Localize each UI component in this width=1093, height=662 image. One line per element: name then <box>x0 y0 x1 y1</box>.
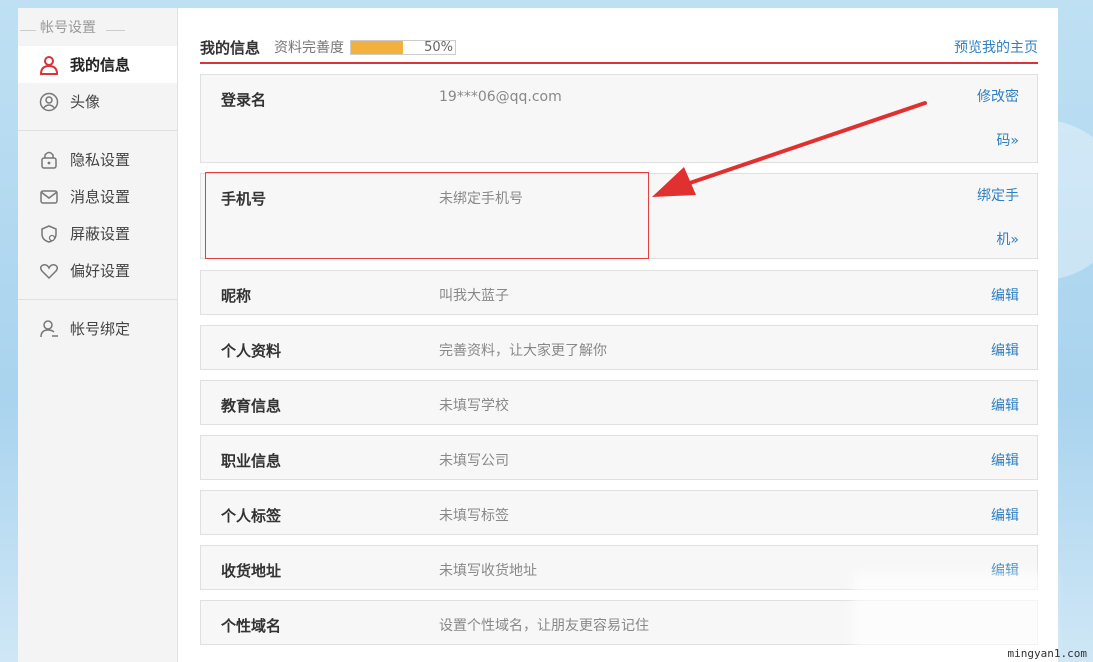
edit-link[interactable]: 编辑 <box>959 340 1019 360</box>
section-header: 我的信息 资料完善度 50% 预览我的主页 <box>200 32 1038 64</box>
edit-link[interactable]: 编辑 <box>959 505 1019 525</box>
change-password-link[interactable]: 修改密码» <box>959 75 1019 163</box>
completeness-percent: 50% <box>424 39 454 55</box>
row-label: 教育信息 <box>221 397 282 415</box>
row-value: 未填写收货地址 <box>439 563 537 579</box>
sidebar-divider <box>18 299 177 300</box>
row-value: 19***06@qq.com <box>439 89 562 105</box>
heart-icon <box>38 260 60 282</box>
sidebar-item-message[interactable]: 消息设置 <box>18 178 177 215</box>
row-value: 设置个性域名，让朋友更容易记住 <box>439 618 649 634</box>
sidebar-item-label: 头像 <box>70 93 101 111</box>
row-profile: 个人资料 完善资料，让大家更了解你 编辑 <box>200 325 1038 370</box>
sidebar-divider <box>18 130 177 131</box>
row-value: 完善资料，让大家更了解你 <box>439 343 607 359</box>
avatar-icon <box>38 91 60 113</box>
watermark: mingyan1.com <box>1007 647 1087 660</box>
sidebar-item-privacy[interactable]: 隐私设置 <box>18 141 177 178</box>
sidebar-item-label: 偏好设置 <box>70 262 131 280</box>
sidebar-item-label: 屏蔽设置 <box>70 225 131 243</box>
sidebar-heading: 帐号设置 <box>18 8 177 46</box>
completeness-label: 资料完善度 <box>274 40 345 56</box>
row-education: 教育信息 未填写学校 编辑 <box>200 380 1038 425</box>
sidebar-item-block[interactable]: 屏蔽设置 <box>18 215 177 252</box>
sidebar: 帐号设置 我的信息 头像 隐私设置 消息设置 屏蔽设置 偏好设置 帐号绑定 <box>18 8 178 662</box>
shield-icon <box>38 223 60 245</box>
edit-link[interactable]: 编辑 <box>959 450 1019 470</box>
row-label: 收货地址 <box>221 562 282 580</box>
sidebar-item-label: 隐私设置 <box>70 151 131 169</box>
row-label: 昵称 <box>221 287 252 305</box>
sidebar-item-preference[interactable]: 偏好设置 <box>18 252 177 289</box>
row-value: 未填写公司 <box>439 453 509 469</box>
sidebar-item-avatar[interactable]: 头像 <box>18 83 177 120</box>
edit-link[interactable]: 编辑 <box>959 395 1019 415</box>
edit-link[interactable]: 编辑 <box>959 285 1019 305</box>
sidebar-item-label: 消息设置 <box>70 188 131 206</box>
row-label: 个人标签 <box>221 507 282 525</box>
row-value: 未填写标签 <box>439 508 509 524</box>
row-label: 登录名 <box>221 91 267 109</box>
sidebar-item-label: 帐号绑定 <box>70 320 131 338</box>
sidebar-item-account-bind[interactable]: 帐号绑定 <box>18 310 177 347</box>
bind-phone-link[interactable]: 绑定手机» <box>959 174 1019 262</box>
sidebar-item-my-info[interactable]: 我的信息 <box>18 46 177 83</box>
row-label: 个性域名 <box>221 617 282 635</box>
row-career: 职业信息 未填写公司 编辑 <box>200 435 1038 480</box>
row-tags: 个人标签 未填写标签 编辑 <box>200 490 1038 535</box>
row-label: 个人资料 <box>221 342 282 360</box>
row-label: 职业信息 <box>221 452 282 470</box>
message-icon <box>38 186 60 208</box>
row-value: 未填写学校 <box>439 398 509 414</box>
progress-fill <box>351 40 404 54</box>
completeness-progress-bar: 50% <box>350 39 457 55</box>
user-icon <box>38 54 60 76</box>
row-value: 叫我大蓝子 <box>439 288 509 304</box>
row-nickname: 昵称 叫我大蓝子 编辑 <box>200 270 1038 315</box>
sidebar-item-label: 我的信息 <box>70 56 131 74</box>
user-bind-icon <box>38 318 60 340</box>
arrow-annotation <box>652 101 927 197</box>
page-title: 我的信息 <box>200 38 261 57</box>
lock-icon <box>38 149 60 171</box>
highlight-box <box>205 172 649 259</box>
preview-homepage-link[interactable]: 预览我的主页 <box>954 37 1038 57</box>
blurred-region <box>853 572 1053 652</box>
